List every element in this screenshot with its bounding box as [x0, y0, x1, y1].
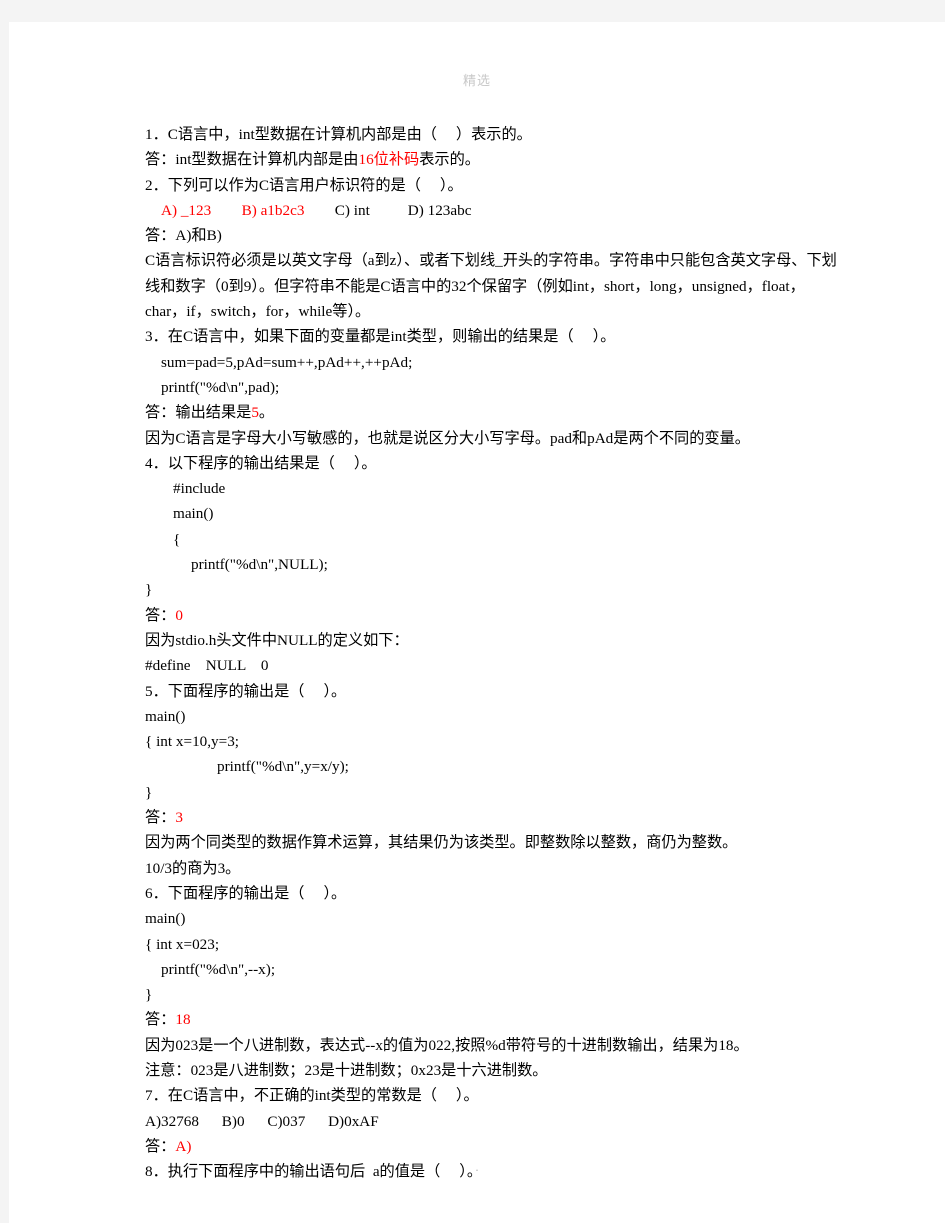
q3-stem: 3．在C语言中，如果下面的变量都是int类型，则输出的结果是（ ）。 — [145, 324, 845, 349]
text-run: 3．在C语言中，如果下面的变量都是int类型，则输出的结果是（ ）。 — [145, 328, 616, 346]
text-run: 。 — [258, 404, 275, 422]
answer-highlight: 0 — [175, 606, 183, 624]
q7-options: A)32768 B)0 C)037 D)0xAF — [145, 1109, 845, 1134]
q5-code-4: } — [145, 780, 845, 805]
q1-stem: 1．C语言中，int型数据在计算机内部是由（ ）表示的。 — [145, 122, 845, 147]
text-run: 答： — [145, 1011, 176, 1029]
text-run: main() — [145, 910, 186, 928]
text-run: 答：输出结果是 — [145, 404, 252, 422]
q6-explanation-1: 因为023是一个八进制数，表达式--x的值为022,按照%d带符号的十进制数输出… — [145, 1033, 845, 1058]
text-run: 2．下列可以作为C语言用户标识符的是（ ）。 — [145, 176, 463, 194]
text-run: printf("%d\n",y=x/y); — [217, 758, 349, 776]
text-run: 10/3的商为3。 — [145, 859, 241, 877]
text-run: { int x=023; — [145, 935, 220, 953]
q7-stem: 7．在C语言中，不正确的int类型的常数是（ ）。 — [145, 1083, 845, 1108]
answer-highlight: 5 — [251, 404, 259, 422]
text-run: 表示的。 — [419, 151, 480, 169]
text-run: main() — [145, 707, 186, 725]
text-run: 答： — [145, 606, 176, 624]
q5-code-3: printf("%d\n",y=x/y); — [145, 754, 845, 779]
q4-answer: 答：0 — [145, 603, 845, 628]
answer-highlight: 18 — [175, 1011, 191, 1029]
text-run: 7．在C语言中，不正确的int类型的常数是（ ）。 — [145, 1087, 479, 1105]
text-run: } — [145, 986, 153, 1004]
text-run: 答：int型数据在计算机内部是由 — [145, 151, 359, 169]
text-run: 1．C语言中，int型数据在计算机内部是由（ ）表示的。 — [145, 126, 532, 143]
text-run: 4．以下程序的输出结果是（ ）。 — [145, 454, 377, 472]
text-run: 注意：023是八进制数；23是十进制数；0x23是十六进制数。 — [145, 1061, 548, 1079]
text-run: 因为两个同类型的数据作算术运算，其结果仍为该类型。即整数除以整数，商仍为整数。 — [145, 834, 738, 852]
text-run: { int x=10,y=3; — [145, 733, 240, 751]
q4-code-3: { — [145, 527, 845, 552]
text-run: 因为023是一个八进制数，表达式--x的值为022,按照%d带符号的十进制数输出… — [145, 1036, 749, 1054]
q2-explanation: C语言标识符必须是以英文字母（a到z）、或者下划线_开头的字符串。字符串中只能包… — [145, 248, 845, 324]
q7-answer: 答：A) — [145, 1134, 845, 1159]
text-run: main() — [173, 505, 214, 523]
text-run: 6．下面程序的输出是（ ）。 — [145, 884, 347, 902]
q5-code-1: main() — [145, 704, 845, 729]
q1-answer: 答：int型数据在计算机内部是由16位补码表示的。 — [145, 147, 845, 172]
q5-answer: 答：3 — [145, 805, 845, 830]
text-run — [211, 202, 241, 219]
text-run: C) int D) 123abc — [304, 201, 472, 219]
q4-explanation-2: #define NULL 0 — [145, 653, 845, 678]
q6-explanation-2: 注意：023是八进制数；23是十进制数；0x23是十六进制数。 — [145, 1058, 845, 1083]
text-run: 因为C语言是字母大小写敏感的，也就是说区分大小写字母。pad和pAd是两个不同的… — [145, 429, 750, 447]
q6-code-4: } — [145, 982, 845, 1007]
text-run: } — [145, 783, 153, 801]
q4-stem: 4．以下程序的输出结果是（ ）。 — [145, 451, 845, 476]
text-run: 答： — [145, 1137, 176, 1155]
text-run: printf("%d\n",--x); — [161, 960, 276, 978]
answer-highlight: 3 — [175, 809, 183, 827]
q5-code-2: { int x=10,y=3; — [145, 729, 845, 754]
q4-code-5: } — [145, 577, 845, 602]
text-run: #define NULL 0 — [145, 657, 269, 675]
q4-code-2: main() — [145, 501, 845, 526]
text-run: #include — [173, 480, 226, 498]
answer-highlight: B) a1b2c3 — [241, 201, 305, 219]
q3-code-2: printf("%d\n",pad); — [145, 375, 845, 400]
answer-highlight: A) _123 — [161, 201, 212, 219]
text-run: } — [145, 581, 153, 599]
answer-highlight: 16位补码 — [358, 151, 420, 169]
document-page: 精选 1．C语言中，int型数据在计算机内部是由（ ）表示的。 答：int型数据在… — [9, 22, 945, 1223]
text-run: 5．下面程序的输出是（ ）。 — [145, 682, 347, 700]
q3-answer: 答：输出结果是5。 — [145, 400, 845, 425]
q6-code-1: main() — [145, 906, 845, 931]
text-run: 答： — [145, 809, 176, 827]
q4-code-4: printf("%d\n",NULL); — [145, 552, 845, 577]
text-run: sum=pad=5,pAd=sum++,pAd++,++pAd; — [161, 353, 413, 371]
q5-explanation-2: 10/3的商为3。 — [145, 856, 845, 881]
text-run: { — [173, 530, 181, 548]
footer-mark: . — [475, 1159, 479, 1174]
q6-code-3: printf("%d\n",--x); — [145, 957, 845, 982]
q5-stem: 5．下面程序的输出是（ ）。 — [145, 679, 845, 704]
text-run: C语言标识符必须是以英文字母（a到z）、或者下划线_开头的字符串。字符串中只能包… — [145, 252, 837, 321]
header-watermark: 精选 — [462, 73, 491, 88]
document-body: 1．C语言中，int型数据在计算机内部是由（ ）表示的。 答：int型数据在计算机… — [145, 122, 845, 1184]
q2-stem: 2．下列可以作为C语言用户标识符的是（ ）。 — [145, 173, 845, 198]
q6-code-2: { int x=023; — [145, 932, 845, 957]
q5-explanation-1: 因为两个同类型的数据作算术运算，其结果仍为该类型。即整数除以整数，商仍为整数。 — [145, 830, 845, 855]
q4-explanation-1: 因为stdio.h头文件中NULL的定义如下： — [145, 628, 845, 653]
q6-stem: 6．下面程序的输出是（ ）。 — [145, 881, 845, 906]
q6-answer: 答：18 — [145, 1007, 845, 1032]
q4-code-1: #include — [145, 476, 845, 501]
q2-answer: 答：A)和B) — [145, 223, 845, 248]
text-run: 答：A)和B) — [145, 227, 222, 245]
q3-explanation: 因为C语言是字母大小写敏感的，也就是说区分大小写字母。pad和pAd是两个不同的… — [145, 426, 845, 451]
text-run: printf("%d\n",pad); — [161, 378, 280, 396]
text-run: 因为stdio.h头文件中NULL的定义如下： — [145, 631, 409, 649]
answer-highlight: A) — [175, 1137, 192, 1155]
text-run: A)32768 B)0 C)037 D)0xAF — [145, 1112, 379, 1130]
text-run: printf("%d\n",NULL); — [191, 556, 328, 574]
q3-code-1: sum=pad=5,pAd=sum++,pAd++,++pAd; — [145, 350, 845, 375]
q2-options: A) _123 B) a1b2c3 C) int D) 123abc — [145, 198, 845, 223]
